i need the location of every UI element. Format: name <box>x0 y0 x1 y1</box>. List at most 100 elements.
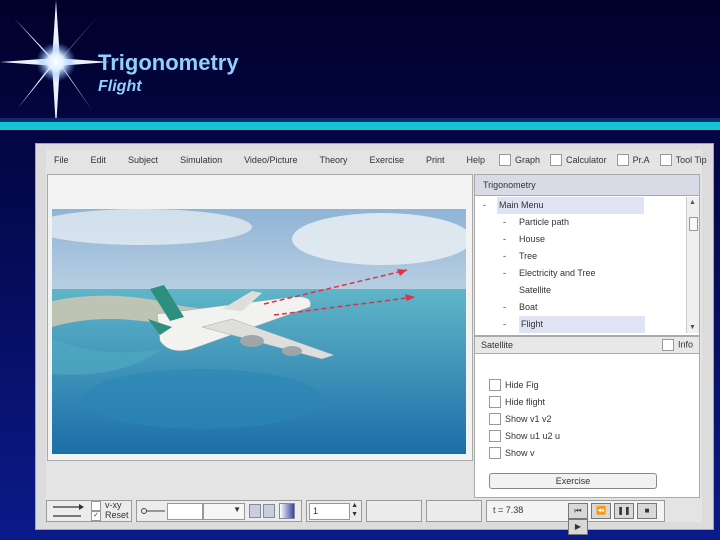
option-hide-flight[interactable]: Hide flight <box>489 396 545 408</box>
tree-item-satellite[interactable]: Satellite <box>475 282 683 299</box>
option-show-v1v2[interactable]: Show v1 v2 <box>489 413 552 425</box>
show-u1u2u-checkbox[interactable] <box>489 430 501 442</box>
graph-checkbox[interactable] <box>499 154 512 166</box>
info-checkbox[interactable] <box>661 339 674 351</box>
tree-scrollbar[interactable]: ▲ ▼ <box>686 197 699 333</box>
info-label: Info <box>677 339 693 350</box>
chevron-down-icon: ▼ <box>233 505 241 514</box>
pause-icon[interactable]: ❚❚ <box>614 503 634 519</box>
rewind-icon[interactable]: ⏪ <box>591 503 611 519</box>
hide-fig-checkbox[interactable] <box>489 379 501 391</box>
calculator-checkbox[interactable] <box>550 154 563 166</box>
tree-item-house[interactable]: - House <box>475 231 683 248</box>
menu-file[interactable]: File <box>54 155 69 165</box>
tree-header: Trigonometry <box>475 175 699 196</box>
slide-subtitle: Flight <box>98 78 142 95</box>
scroll-thumb[interactable] <box>689 217 698 231</box>
app-window: File Edit Subject Simulation Video/Pictu… <box>35 143 714 535</box>
options-header: Satellite Info <box>475 337 699 354</box>
show-v-checkbox[interactable] <box>489 447 501 459</box>
speed-select[interactable]: ▼ <box>203 503 245 520</box>
tree-item-label: House <box>519 234 546 244</box>
tree-item-label: Satellite <box>519 285 552 295</box>
menu-video-picture[interactable]: Video/Picture <box>244 155 297 165</box>
flight-scene <box>52 209 466 454</box>
tree-item-flight[interactable]: - Flight <box>475 316 683 333</box>
readout-box-1 <box>366 500 422 522</box>
menu-theory[interactable]: Theory <box>319 155 347 165</box>
info-toggle[interactable]: Info <box>661 339 693 351</box>
scroll-down-icon[interactable]: ▼ <box>689 324 696 331</box>
play-icon[interactable]: ▶ <box>568 519 588 535</box>
speed-field[interactable] <box>167 503 203 520</box>
reset-label: Reset <box>105 510 129 520</box>
option-label: Hide Fig <box>505 380 539 390</box>
tooltip-checkbox[interactable] <box>659 154 672 166</box>
bottom-toolbar: v-xy ✓ Reset ▼ 1 ▲ ▼ t = 7.38 ⏮ ⏪ ❚❚ ■▶ <box>46 500 702 535</box>
step-input[interactable]: 1 <box>309 503 350 520</box>
starburst-icon <box>0 0 110 128</box>
slider-icon[interactable] <box>141 506 165 516</box>
option-label: Show v1 v2 <box>505 414 552 424</box>
menu-simulation[interactable]: Simulation <box>180 155 222 165</box>
option-show-v[interactable]: Show v <box>489 447 535 459</box>
menu-bar: File Edit Subject Simulation Video/Pictu… <box>46 150 707 170</box>
hide-flight-checkbox[interactable] <box>489 396 501 408</box>
scroll-up-icon[interactable]: ▲ <box>689 199 696 206</box>
zoom-medium-button[interactable] <box>263 504 275 518</box>
time-control-group: t = 7.38 ⏮ ⏪ ❚❚ ■ ▶ <box>486 500 665 535</box>
tree-root-label: Main Menu <box>497 197 644 214</box>
spin-up-icon[interactable]: ▲ <box>351 502 358 509</box>
exercise-button[interactable]: Exercise <box>489 473 657 489</box>
menu-exercise[interactable]: Exercise <box>369 155 404 165</box>
spin-down-icon[interactable]: ▼ <box>351 511 358 518</box>
pra-checkbox[interactable] <box>616 154 629 166</box>
zoom-small-button[interactable] <box>249 504 261 518</box>
options-title: Satellite <box>481 340 514 350</box>
tree-item-label: Electricity and Tree <box>519 268 596 278</box>
app-body: File Edit Subject Simulation Video/Pictu… <box>46 150 707 535</box>
option-hide-fig[interactable]: Hide Fig <box>489 379 539 391</box>
options-panel: Satellite Info Hide Fig Hide flight Show… <box>474 336 700 498</box>
tree-item-particle-path[interactable]: - Particle path <box>475 214 683 231</box>
option-label: Show v <box>505 448 535 458</box>
calculator-label: Calculator <box>566 155 607 165</box>
menu-print[interactable]: Print <box>426 155 445 165</box>
tree-item-label: Particle path <box>519 217 570 227</box>
simulation-viewport[interactable] <box>47 174 473 461</box>
tree-root[interactable]: - Main Menu <box>475 197 683 214</box>
reset-toggle[interactable]: ✓ Reset <box>91 510 129 521</box>
calculator-toggle[interactable]: Calculator <box>550 154 607 166</box>
pra-label: Pr.A <box>632 155 650 165</box>
time-readout: t = 7.38 <box>493 505 524 515</box>
stop-icon[interactable]: ■ <box>637 503 657 519</box>
show-v1v2-checkbox[interactable] <box>489 413 501 425</box>
tree-item-boat[interactable]: - Boat <box>475 299 683 316</box>
option-show-u1u2u[interactable]: Show u1 u2 u <box>489 430 560 442</box>
skip-start-icon[interactable]: ⏮ <box>568 503 588 519</box>
subject-tree: - Main Menu - Particle path - House - Tree -… <box>475 197 683 333</box>
playback-speed-group: ▼ <box>136 500 302 522</box>
subject-tree-panel: Trigonometry - Main Menu - Particle path -… <box>474 174 700 336</box>
menu-help[interactable]: Help <box>467 155 486 165</box>
option-label: Hide flight <box>505 397 546 407</box>
graph-toggle[interactable]: Graph <box>499 154 540 166</box>
divider-accent <box>0 122 720 130</box>
menu-subject[interactable]: Subject <box>128 155 158 165</box>
vector-toggle-group: v-xy ✓ Reset <box>46 500 132 522</box>
tooltip-toggle[interactable]: Tool Tip <box>659 154 707 166</box>
tree-item-tree[interactable]: - Tree <box>475 248 683 265</box>
step-spinner: 1 ▲ ▼ <box>306 500 362 522</box>
menu-edit[interactable]: Edit <box>91 155 107 165</box>
graph-label: Graph <box>515 155 541 165</box>
pra-toggle[interactable]: Pr.A <box>616 154 650 166</box>
slide-title: Trigonometry <box>98 50 239 75</box>
tree-item-label: Flight <box>519 316 645 333</box>
tree-item-label: Tree <box>519 251 538 261</box>
readout-box-2 <box>426 500 482 522</box>
option-label: Show u1 u2 u <box>505 431 561 441</box>
tree-item-electricity[interactable]: - Electricity and Tree <box>475 265 683 282</box>
reset-checkbox[interactable]: ✓ <box>91 510 101 521</box>
color-button[interactable] <box>279 503 295 519</box>
tooltip-label: Tool Tip <box>675 155 707 165</box>
